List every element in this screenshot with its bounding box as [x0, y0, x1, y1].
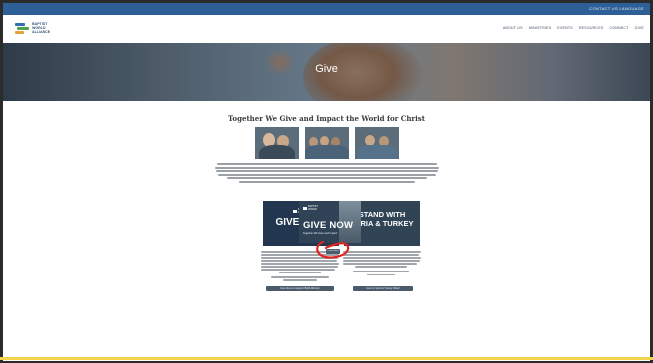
hero-title: Give	[315, 63, 338, 75]
utility-bar: CONTACT US LANGUAGE	[3, 3, 650, 15]
bottom-strip	[0, 357, 653, 360]
red-circle-annotation	[316, 240, 350, 259]
intro-paragraph	[215, 163, 439, 185]
hero-banner: Give	[3, 43, 650, 101]
site-header: BAPTIST WORLD ALLIANCE ABOUT US MINISTRI…	[3, 15, 650, 43]
nav-item-give[interactable]: GIVE	[635, 26, 644, 30]
photo-leaders	[255, 127, 299, 159]
nav-item-connect[interactable]: CONNECT	[609, 26, 628, 30]
nav-item-events[interactable]: EVENTS	[557, 26, 573, 30]
browser-viewport: CONTACT US LANGUAGE BAPTIST WORLD ALLIAN…	[3, 3, 650, 361]
photo-workers	[355, 127, 399, 159]
nav-item-resources[interactable]: RESOURCES	[579, 26, 604, 30]
nav-item-ministries[interactable]: MINISTRIES	[529, 26, 552, 30]
site-logo[interactable]: BAPTIST WORLD ALLIANCE	[15, 22, 58, 35]
logo-mark-icon	[15, 23, 29, 35]
page-heading: Together We Give and Impact the World fo…	[228, 114, 425, 123]
utility-links[interactable]: CONTACT US LANGUAGE	[589, 6, 644, 11]
syria-description	[343, 251, 421, 276]
give-now-button[interactable]: Give Now to support BWA Ministry	[266, 286, 334, 291]
banner-logo-icon: BAPTIST WORLD	[303, 205, 320, 211]
photo-group	[305, 127, 349, 159]
banner-subtitle: Together We Give and Impact	[303, 232, 338, 235]
main-nav: ABOUT US MINISTRIES EVENTS RESOURCES CON…	[503, 26, 644, 30]
syria-relief-button[interactable]: Give to Syria & Turkey Relief	[353, 286, 413, 291]
logo-text: BAPTIST WORLD ALLIANCE	[32, 22, 51, 34]
banner-title: GIVE NOW	[303, 220, 354, 231]
nav-item-about[interactable]: ABOUT US	[503, 26, 523, 30]
give-now-banner[interactable]: BAPTIST WORLD GIVE NOW Together We Give …	[299, 201, 361, 243]
monitor-frame: CONTACT US LANGUAGE BAPTIST WORLD ALLIAN…	[0, 0, 653, 363]
